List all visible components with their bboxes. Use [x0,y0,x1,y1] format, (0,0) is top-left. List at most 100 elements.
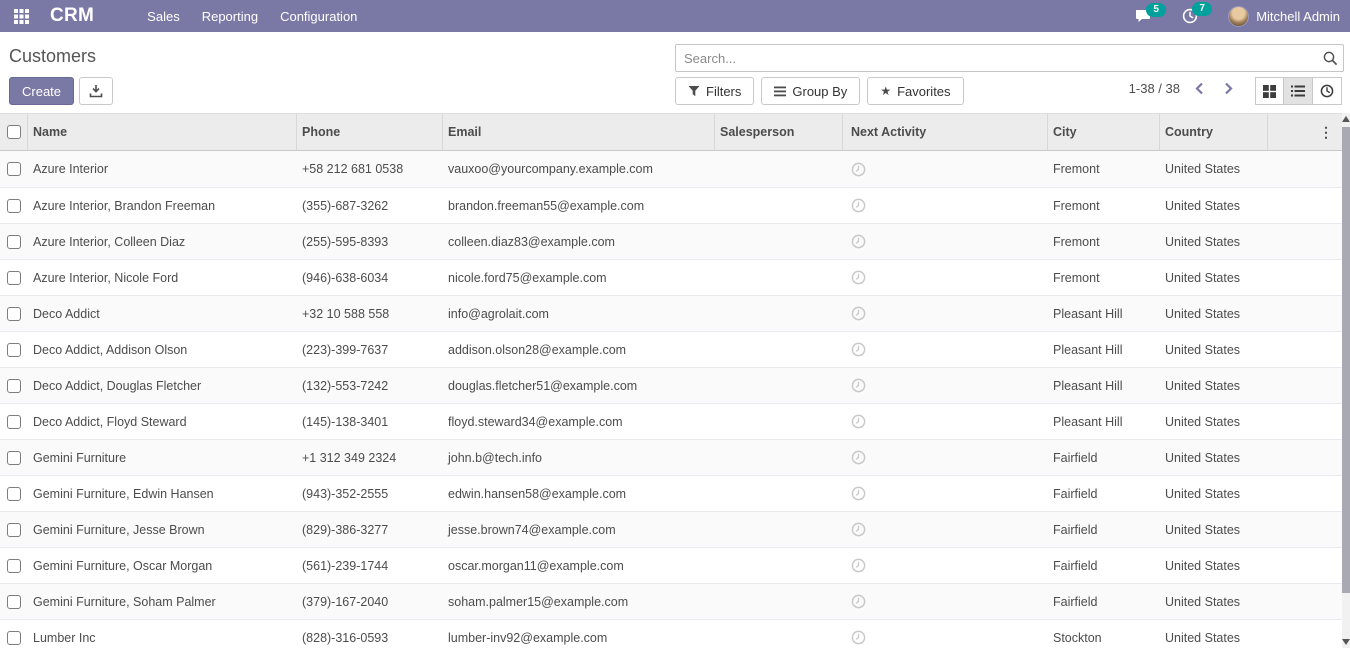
create-button[interactable]: Create [9,77,74,105]
scrollbar-down-arrow[interactable] [1342,639,1350,645]
row-checkbox[interactable] [7,631,21,645]
column-header-country[interactable]: Country [1160,114,1268,150]
cell-name: Lumber Inc [28,620,297,648]
column-header-email[interactable]: Email [443,114,715,150]
cell-country: United States [1160,440,1268,475]
scrollbar-up-arrow[interactable] [1342,116,1350,122]
cell-country: United States [1160,620,1268,648]
row-checkbox[interactable] [7,307,21,321]
row-checkbox[interactable] [7,379,21,393]
table-row[interactable]: Deco Addict, Floyd Steward (145)-138-340… [0,403,1342,439]
user-name[interactable]: Mitchell Admin [1256,9,1340,24]
group-by-button[interactable]: Group By [761,77,860,105]
table-row[interactable]: Gemini Furniture, Edwin Hansen (943)-352… [0,475,1342,511]
row-checkbox[interactable] [7,523,21,537]
cell-phone: (355)-687-3262 [297,188,443,223]
table-row[interactable]: Deco Addict, Addison Olson (223)-399-763… [0,331,1342,367]
table-row[interactable]: Gemini Furniture, Soham Palmer (379)-167… [0,583,1342,619]
cell-next-activity [843,260,1048,295]
next-activity-clock-icon[interactable] [851,594,866,609]
export-button[interactable] [79,77,113,105]
favorites-button[interactable]: ★ Favorites [867,77,963,105]
table-row[interactable]: Deco Addict +32 10 588 558 info@agrolait… [0,295,1342,331]
app-title[interactable]: CRM [50,5,94,27]
favorites-label: Favorites [897,84,950,99]
vertical-scrollbar[interactable] [1342,113,1350,648]
row-checkbox[interactable] [7,595,21,609]
next-activity-clock-icon[interactable] [851,306,866,321]
navbar-right: 5 7 Mitchell Admin [1135,6,1340,27]
messages-button[interactable]: 5 [1135,9,1152,24]
cell-salesperson [715,512,843,547]
table-row[interactable]: Gemini Furniture, Jesse Brown (829)-386-… [0,511,1342,547]
list-view-button[interactable] [1284,77,1313,105]
row-checkbox-cell [0,440,28,475]
scrollbar-thumb[interactable] [1342,127,1350,593]
next-activity-clock-icon[interactable] [851,414,866,429]
table-row[interactable]: Azure Interior, Brandon Freeman (355)-68… [0,187,1342,223]
cell-city: Fairfield [1048,476,1160,511]
table-row[interactable]: Azure Interior, Nicole Ford (946)-638-60… [0,259,1342,295]
next-activity-clock-icon[interactable] [851,450,866,465]
user-avatar[interactable] [1228,6,1249,27]
action-buttons: Create [9,77,113,105]
next-activity-clock-icon[interactable] [851,162,866,177]
row-checkbox-cell [0,512,28,547]
next-activity-clock-icon[interactable] [851,558,866,573]
filters-button[interactable]: Filters [675,77,754,105]
column-header-city[interactable]: City [1048,114,1160,150]
cell-city: Fremont [1048,188,1160,223]
cell-city: Pleasant Hill [1048,296,1160,331]
select-all-checkbox[interactable] [7,125,21,139]
row-checkbox[interactable] [7,271,21,285]
next-activity-clock-icon[interactable] [851,198,866,213]
row-checkbox[interactable] [7,199,21,213]
row-checkbox[interactable] [7,451,21,465]
menu-sales[interactable]: Sales [136,0,191,32]
pager-prev-button[interactable] [1190,82,1209,95]
column-header-name[interactable]: Name [28,114,297,150]
next-activity-clock-icon[interactable] [851,342,866,357]
cell-name: Deco Addict [28,296,297,331]
cell-salesperson [715,332,843,367]
group-by-icon [774,86,786,97]
next-activity-clock-icon[interactable] [851,486,866,501]
next-activity-clock-icon[interactable] [851,630,866,645]
search-icon[interactable] [1317,51,1343,66]
row-checkbox[interactable] [7,235,21,249]
row-checkbox-cell [0,404,28,439]
column-options-icon[interactable]: ⋮ [1319,125,1333,139]
page-title: Customers [9,46,96,67]
row-checkbox[interactable] [7,415,21,429]
column-header-next-activity[interactable]: Next Activity [843,114,1048,150]
table-row[interactable]: Gemini Furniture +1 312 349 2324 john.b@… [0,439,1342,475]
activities-button[interactable]: 7 [1182,8,1198,24]
cell-city: Pleasant Hill [1048,368,1160,403]
menu-reporting[interactable]: Reporting [191,0,269,32]
table-row[interactable]: Lumber Inc (828)-316-0593 lumber-inv92@e… [0,619,1342,648]
table-row[interactable]: Azure Interior, Colleen Diaz (255)-595-8… [0,223,1342,259]
column-header-salesperson[interactable]: Salesperson [715,114,843,150]
column-header-phone[interactable]: Phone [297,114,443,150]
cell-phone: (132)-553-7242 [297,368,443,403]
pager-next-button[interactable] [1219,82,1238,95]
row-checkbox[interactable] [7,343,21,357]
table-row[interactable]: Deco Addict, Douglas Fletcher (132)-553-… [0,367,1342,403]
cell-next-activity [843,584,1048,619]
activity-view-button[interactable] [1313,77,1342,105]
kanban-view-icon [1263,85,1276,98]
table-row[interactable]: Azure Interior +58 212 681 0538 vauxoo@y… [0,151,1342,187]
menu-configuration[interactable]: Configuration [269,0,368,32]
next-activity-clock-icon[interactable] [851,234,866,249]
row-checkbox[interactable] [7,559,21,573]
next-activity-clock-icon[interactable] [851,378,866,393]
kanban-view-button[interactable] [1255,77,1284,105]
row-checkbox[interactable] [7,487,21,501]
apps-grid-icon[interactable] [10,5,32,27]
row-checkbox[interactable] [7,162,21,176]
table-row[interactable]: Gemini Furniture, Oscar Morgan (561)-239… [0,547,1342,583]
next-activity-clock-icon[interactable] [851,270,866,285]
next-activity-clock-icon[interactable] [851,522,866,537]
search-input[interactable] [676,45,1317,71]
cell-country: United States [1160,260,1268,295]
